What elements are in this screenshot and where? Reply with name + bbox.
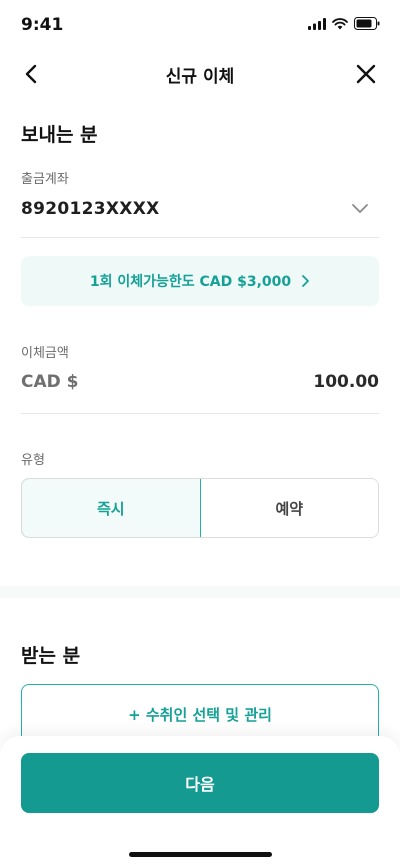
select-recipient-button[interactable]: + 수취인 선택 및 관리 [21, 684, 379, 744]
account-select[interactable]: 8920123XXXX [21, 196, 379, 238]
wifi-icon [332, 17, 348, 29]
account-number: 8920123XXXX [21, 199, 160, 219]
home-indicator [129, 852, 272, 857]
status-icons [308, 17, 380, 30]
signal-icon [308, 17, 326, 30]
type-option-scheduled[interactable]: 예약 [200, 479, 378, 537]
section-divider [0, 586, 400, 598]
close-icon[interactable] [352, 60, 380, 88]
type-label: 유형 [21, 453, 45, 468]
next-button[interactable]: 다음 [21, 753, 379, 813]
battery-icon [354, 17, 380, 30]
transfer-type-segment: 즉시 예약 [21, 478, 379, 538]
transfer-limit-banner[interactable]: 1회 이체가능한도 CAD $3,000 [21, 256, 379, 306]
account-label: 출금계좌 [21, 172, 69, 187]
amount-currency: CAD $ [21, 372, 79, 392]
page-title: 신규 이체 [165, 67, 235, 87]
amount-value: 100.00 [313, 372, 379, 392]
sender-section-title: 보내는 분 [21, 124, 98, 146]
status-bar: 9:41 [0, 0, 400, 48]
recipient-section-title: 받는 분 [21, 645, 81, 667]
nav-bar: 신규 이체 [0, 48, 400, 100]
chevron-down-icon [352, 204, 368, 213]
chevron-right-icon [302, 275, 310, 287]
status-time: 9:41 [21, 15, 64, 35]
amount-field[interactable]: CAD $ 100.00 [21, 370, 379, 414]
transfer-limit-text: 1회 이체가능한도 CAD $3,000 [89, 274, 292, 290]
amount-label: 이체금액 [21, 346, 69, 361]
type-option-instant[interactable]: 즉시 [22, 479, 201, 537]
